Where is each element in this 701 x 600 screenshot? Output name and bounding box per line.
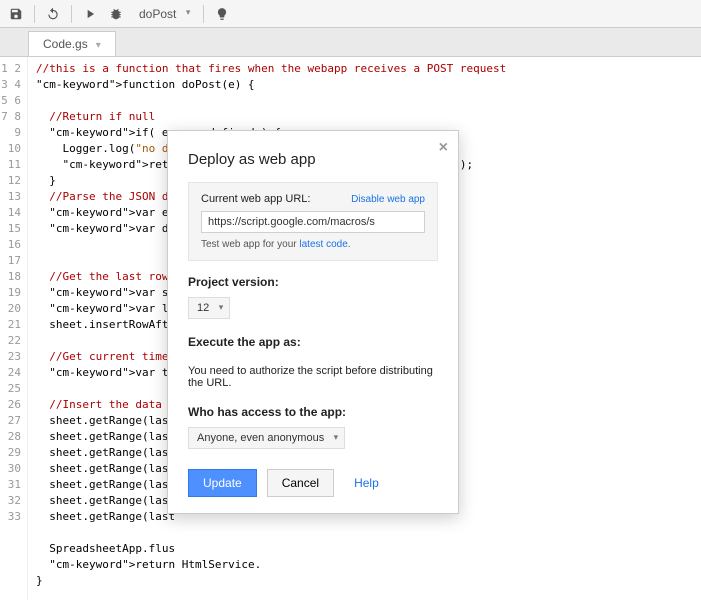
webapp-url-input[interactable] (201, 211, 425, 233)
function-select[interactable]: doPost (130, 4, 197, 24)
toolbar-separator (71, 5, 72, 23)
lightbulb-icon[interactable] (210, 2, 234, 26)
version-select[interactable]: 12 (188, 297, 230, 319)
undo-icon[interactable] (41, 2, 65, 26)
authorize-message: You need to authorize the script before … (188, 365, 438, 389)
close-icon[interactable]: × (439, 139, 448, 157)
debug-icon[interactable] (104, 2, 128, 26)
access-label: Who has access to the app: (188, 405, 438, 419)
dialog-title: Deploy as web app (188, 151, 438, 168)
save-icon[interactable] (4, 2, 28, 26)
url-label: Current web app URL: (201, 193, 310, 205)
url-box: Current web app URL: Disable web app Tes… (188, 182, 438, 261)
update-button[interactable]: Update (188, 469, 257, 497)
disable-webapp-link[interactable]: Disable web app (351, 194, 425, 205)
execute-as-label: Execute the app as: (188, 335, 438, 349)
line-gutter: 1 2 3 4 5 6 7 8 9 10 11 12 13 14 15 16 1… (0, 57, 28, 600)
toolbar: doPost (0, 0, 701, 28)
tab-code-gs[interactable]: Code.gs ▾ (28, 31, 116, 56)
toolbar-separator (34, 5, 35, 23)
tab-menu-icon[interactable]: ▾ (96, 40, 101, 51)
toolbar-separator (203, 5, 204, 23)
access-select[interactable]: Anyone, even anonymous (188, 427, 345, 449)
version-label: Project version: (188, 275, 438, 289)
tab-label: Code.gs (43, 37, 88, 51)
help-link[interactable]: Help (354, 476, 379, 490)
run-icon[interactable] (78, 2, 102, 26)
test-hint: Test web app for your latest code. (201, 239, 425, 250)
deploy-dialog: × Deploy as web app Current web app URL:… (167, 130, 459, 514)
latest-code-link[interactable]: latest code (299, 239, 347, 250)
cancel-button[interactable]: Cancel (267, 469, 334, 497)
tab-bar: Code.gs ▾ (0, 28, 701, 56)
